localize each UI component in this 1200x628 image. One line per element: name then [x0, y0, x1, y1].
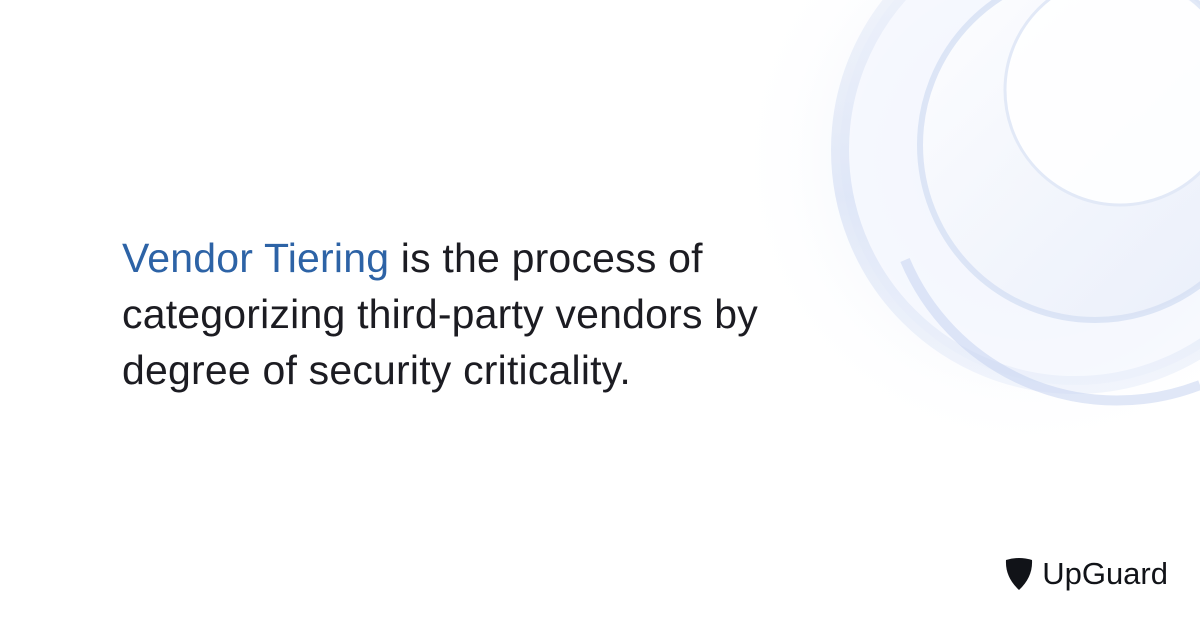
headline-line-3: degree of security criticality. — [122, 347, 632, 393]
graphic-canvas: Vendor Tiering is the process of categori… — [0, 0, 1200, 628]
highlight-term: Vendor Tiering — [122, 235, 390, 281]
headline-line-1: is the process of — [389, 235, 703, 281]
headline-line-2: categorizing third-party vendors by — [122, 291, 758, 337]
upguard-logo: UpGuard — [1004, 556, 1168, 592]
brand-name: UpGuard — [1042, 556, 1168, 591]
headline-text: Vendor Tiering is the process of categori… — [122, 230, 822, 398]
upguard-shield-icon — [1006, 558, 1033, 590]
